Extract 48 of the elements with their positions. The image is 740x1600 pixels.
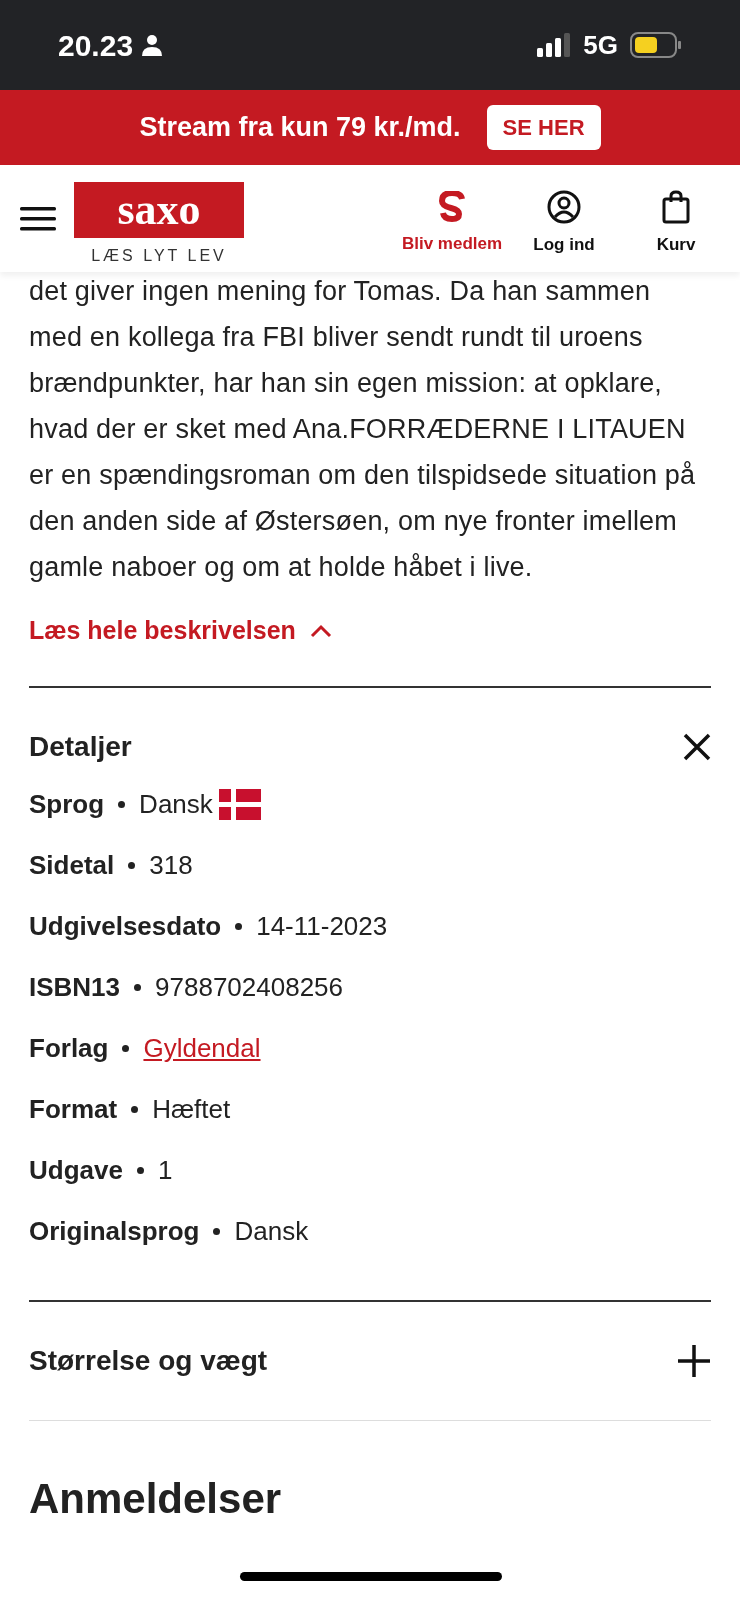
saxo-logo[interactable]: saxo (74, 181, 244, 238)
bullet-icon (128, 861, 136, 869)
promo-text: Stream fra kun 79 kr./md. (139, 111, 461, 145)
detail-value: Dansk (234, 1214, 309, 1248)
reviews-heading: Anmeldelser (29, 1473, 283, 1524)
detail-value: 9788702408256 (155, 970, 344, 1004)
detail-value: 1 (157, 1153, 173, 1187)
detail-value: Hæftet (152, 1092, 231, 1126)
s-logo-icon (437, 190, 467, 223)
user-icon (547, 189, 581, 224)
bullet-icon (235, 922, 243, 930)
publisher-link[interactable]: Gyldendal (143, 1028, 261, 1068)
shopping-bag-icon (661, 189, 691, 224)
header-action[interactable]: Bliv medlem (396, 190, 508, 257)
description-text: det giver ingen mening for Tomas. Da han sammen med en kollega fra FBI bliver sendt rundt til uroens brændpunkter, har han sin egen mission: at opklare, hvad der er sket med Ana.FORRÆDERNE I LITAUEN er en spændingsroman om den tilspidsede situation på den anden side af Østersøen, om nye fronter imellem gamle naboer og om at holde håbet i live. (29, 275, 697, 584)
bullet-icon (136, 1166, 144, 1174)
section-heading[interactable]: Størrelse og vægt (29, 1339, 268, 1382)
detail-label: Udgave (29, 1153, 123, 1187)
bullet-icon (213, 1227, 221, 1235)
danish-flag-icon (218, 788, 261, 820)
header-action[interactable]: Log ind (508, 189, 620, 258)
detail-label: Forlag (29, 1031, 109, 1065)
detail-value: Dansk (139, 787, 213, 821)
detail-label: Udgivelsesdato (29, 909, 222, 943)
detail-label: ISBN13 (29, 970, 121, 1004)
detail-value: 318 (149, 848, 193, 882)
detail-label: Sidetal (29, 848, 115, 882)
bullet-icon (118, 800, 126, 808)
detail-label: Originalsprog (29, 1214, 200, 1248)
read-more-link[interactable]: Læs hele beskrivelsen (29, 612, 332, 650)
battery-icon (630, 32, 682, 58)
bullet-icon (122, 1044, 130, 1052)
plus-icon[interactable] (677, 1343, 711, 1378)
clock-time: 20.23 (58, 27, 134, 64)
bullet-icon (131, 1105, 139, 1113)
menu-icon[interactable] (20, 205, 56, 232)
person-icon (141, 34, 164, 56)
logo-tagline: LÆS LYT LEV (91, 245, 227, 266)
see-here-button[interactable]: SE HER (486, 105, 601, 150)
close-icon[interactable] (683, 732, 711, 761)
signal-icon (537, 33, 572, 57)
detail-label: Format (29, 1092, 118, 1126)
bullet-icon (134, 983, 142, 991)
network-label: 5G (583, 28, 618, 62)
detail-value: 14-11-2023 (256, 909, 388, 943)
header-action[interactable]: Kurv (620, 189, 732, 258)
section-heading[interactable]: Detaljer (29, 725, 132, 768)
detail-label: Sprog (29, 787, 105, 821)
